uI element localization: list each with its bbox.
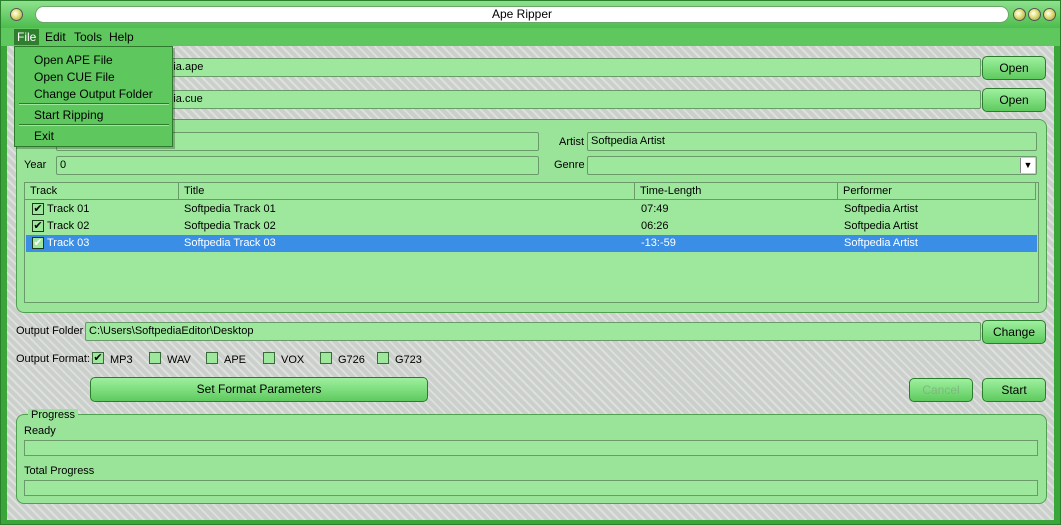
performer-cell: Softpedia Artist [844, 203, 918, 215]
artist-field[interactable]: Softpedia Artist [587, 132, 1037, 151]
maximize-icon[interactable] [1028, 8, 1041, 21]
year-label: Year [24, 159, 47, 171]
total-progress-bar [24, 480, 1038, 496]
format-mp3-label: MP3 [110, 354, 133, 366]
ape-file-input[interactable]: pedia.ape [151, 58, 981, 77]
track-cell: Track 03 [47, 237, 90, 249]
track-cell: Track 01 [47, 203, 90, 215]
table-row[interactable]: ✔ Track 01 Softpedia Track 01 07:49 Soft… [26, 201, 1037, 218]
file-menu-dropdown: Open APE File Open CUE File Change Outpu… [14, 46, 173, 147]
current-progress-bar [24, 440, 1038, 456]
format-ape-label: APE [224, 354, 247, 366]
genre-label: Genre [554, 159, 585, 171]
change-folder-button[interactable]: Change [982, 320, 1046, 344]
title-cell: Softpedia Track 01 [184, 203, 276, 215]
format-wav-checkbox[interactable] [149, 352, 161, 364]
window-menu-icon[interactable] [10, 8, 23, 21]
format-vox-label: VOX [281, 354, 305, 366]
track-checkbox[interactable]: ✔ [32, 220, 44, 232]
status-text: Ready [24, 425, 56, 437]
output-folder-label: Output Folder [16, 325, 84, 337]
menu-item-start-ripping[interactable]: Start Ripping [34, 108, 103, 122]
menu-edit[interactable]: Edit [42, 29, 69, 45]
format-ape-checkbox[interactable] [206, 352, 218, 364]
total-progress-label: Total Progress [24, 465, 95, 477]
title-cell: Softpedia Track 02 [184, 220, 276, 232]
format-wav-label: WAV [167, 354, 191, 366]
track-list-header: Track Title Time-Length Performer [25, 183, 1038, 200]
menu-file[interactable]: File [14, 29, 40, 45]
format-mp3-checkbox[interactable]: ✔ [92, 352, 104, 364]
title-bar[interactable]: Ape Ripper [1, 1, 1060, 28]
time-cell: 06:26 [641, 220, 669, 232]
close-icon[interactable] [1043, 8, 1056, 21]
column-title[interactable]: Title [179, 183, 635, 200]
menu-tools[interactable]: Tools [71, 29, 105, 45]
output-folder-input[interactable]: C:\Users\SoftpediaEditor\Desktop [85, 322, 981, 341]
open-cue-button[interactable]: Open [982, 88, 1046, 112]
format-g723-checkbox[interactable] [377, 352, 389, 364]
open-ape-button[interactable]: Open [982, 56, 1046, 80]
column-track[interactable]: Track [25, 183, 179, 200]
title-cell: Softpedia Track 03 [184, 237, 276, 249]
menu-help[interactable]: Help [106, 29, 137, 45]
column-performer[interactable]: Performer [838, 183, 1036, 200]
track-list[interactable]: Track Title Time-Length Performer ✔ Trac… [24, 182, 1039, 303]
menu-item-exit[interactable]: Exit [34, 129, 54, 143]
performer-cell: Softpedia Artist [844, 220, 918, 232]
format-vox-checkbox[interactable] [263, 352, 275, 364]
output-format-label: Output Format: [16, 353, 90, 365]
track-checkbox[interactable]: ✔ [32, 237, 44, 249]
year-field[interactable]: 0 [56, 156, 539, 175]
artist-label: Artist [559, 136, 585, 148]
set-format-parameters-button[interactable]: Set Format Parameters [90, 377, 428, 402]
menu-bar: File Edit Tools Help [1, 28, 1060, 46]
table-row[interactable]: ✔ Track 03 Softpedia Track 03 -13:-59 So… [26, 235, 1037, 252]
time-cell: 07:49 [641, 203, 669, 215]
app-window: Ape Ripper File Edit Tools Help pedia.ap… [0, 0, 1061, 525]
minimize-icon[interactable] [1013, 8, 1026, 21]
time-cell: -13:-59 [641, 237, 676, 249]
menu-separator [19, 103, 169, 105]
genre-select[interactable]: ▼ [587, 156, 1037, 175]
chevron-down-icon[interactable]: ▼ [1020, 158, 1035, 173]
progress-group-title: Progress [28, 409, 79, 421]
cue-file-input[interactable]: pedia.cue [151, 90, 981, 109]
table-row[interactable]: ✔ Track 02 Softpedia Track 02 06:26 Soft… [26, 218, 1037, 235]
menu-item-open-cue[interactable]: Open CUE File [34, 70, 115, 84]
start-button[interactable]: Start [982, 378, 1046, 402]
menu-item-open-ape[interactable]: Open APE File [34, 53, 113, 67]
track-checkbox[interactable]: ✔ [32, 203, 44, 215]
performer-cell: Softpedia Artist [844, 237, 918, 249]
menu-item-change-output-folder[interactable]: Change Output Folder [34, 87, 153, 101]
menu-separator [19, 124, 169, 126]
column-time-length[interactable]: Time-Length [635, 183, 838, 200]
window-title: Ape Ripper [35, 6, 1009, 23]
track-cell: Track 02 [47, 220, 90, 232]
format-g726-checkbox[interactable] [320, 352, 332, 364]
format-g723-label: G723 [395, 354, 422, 366]
cancel-button[interactable]: Cancel [909, 378, 973, 402]
format-g726-label: G726 [338, 354, 365, 366]
